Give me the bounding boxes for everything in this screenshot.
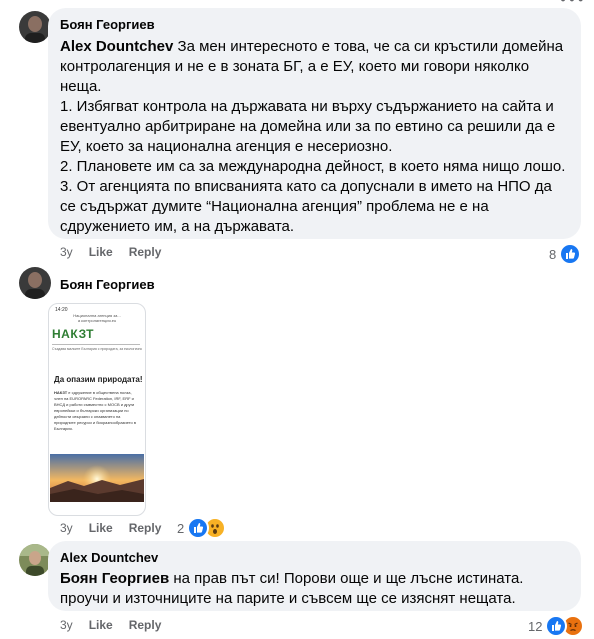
comment-bubble: Боян Георгиев Alex Dountchev За мен инте… xyxy=(48,8,581,239)
comment-time[interactable]: 3y xyxy=(60,618,73,632)
like-reaction-icon xyxy=(187,517,210,539)
comment-bubble: Alex Dountchev Боян Георгиев на прав път… xyxy=(48,541,581,611)
reaction-count: 2 xyxy=(177,520,185,536)
comment-time[interactable]: 3y xyxy=(60,245,73,259)
like-button[interactable]: Like xyxy=(89,618,113,632)
avatar[interactable] xyxy=(19,267,51,299)
reaction-summary[interactable]: 8 xyxy=(549,243,582,265)
site-logo: НАКЗТ xyxy=(52,327,94,341)
site-heading: Да опазим природата! xyxy=(54,375,143,384)
comment-author[interactable]: Боян Георгиев xyxy=(60,277,155,292)
comment-text: Боян Георгиев на прав път си! Порови още… xyxy=(60,570,524,607)
site-paragraph: НАКЗТ е сдружение в обществена полза, чл… xyxy=(54,390,136,431)
reaction-count: 12 xyxy=(528,618,543,634)
reply-button[interactable]: Reply xyxy=(129,521,162,535)
comment-author[interactable]: Боян Георгиев xyxy=(60,17,155,32)
like-reaction-icon xyxy=(559,243,582,265)
comment-line: 2. Плановете им са за международна дейно… xyxy=(60,158,566,175)
mention-link[interactable]: Боян Георгиев xyxy=(60,570,169,587)
divider xyxy=(52,344,140,345)
comment-actions: 3y Like Reply xyxy=(60,245,161,259)
site-tagline: Създава малките България с природата, за… xyxy=(52,347,142,351)
comment-line: 1. Избягват контрола на държавата ни вър… xyxy=(60,98,556,155)
more-options-icon[interactable]: ● ● ● xyxy=(560,0,584,5)
comment-actions: 3y Like Reply xyxy=(60,521,161,535)
reaction-summary[interactable]: 2 xyxy=(177,517,227,539)
reaction-count: 8 xyxy=(549,246,557,262)
reply-button[interactable]: Reply xyxy=(129,245,162,259)
like-button[interactable]: Like xyxy=(89,245,113,259)
avatar[interactable] xyxy=(19,544,51,576)
reply-button[interactable]: Reply xyxy=(129,618,162,632)
phone-url-bar: Национална агенция за... а контролагенци… xyxy=(73,313,121,323)
avatar[interactable] xyxy=(19,11,51,43)
comment-image[interactable]: 14:20 Национална агенция за... а контрол… xyxy=(48,303,146,516)
sunset-photo xyxy=(50,454,144,502)
comment-actions: 3y Like Reply xyxy=(60,618,161,632)
comment-time[interactable]: 3y xyxy=(60,521,73,535)
reaction-summary[interactable]: 12 xyxy=(528,615,585,637)
comment-line: 3. От агенцията по вписванията като са д… xyxy=(60,178,552,235)
like-reaction-icon xyxy=(545,615,568,637)
mention-link[interactable]: Alex Dountchev xyxy=(60,38,173,55)
comment-text: Alex Dountchev За мен интересното е това… xyxy=(60,38,566,235)
comment-author[interactable]: Alex Dountchev xyxy=(60,550,158,565)
like-button[interactable]: Like xyxy=(89,521,113,535)
